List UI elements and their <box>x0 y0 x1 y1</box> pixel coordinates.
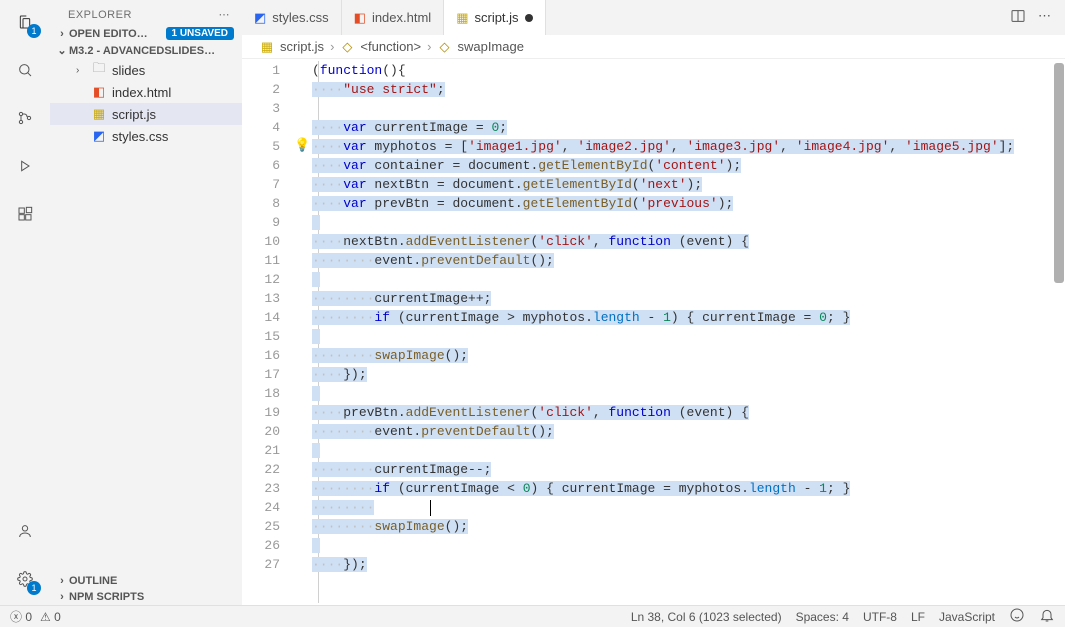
line-numbers: 1234567891011121314151617181920212223242… <box>242 59 292 605</box>
tab-script[interactable]: ▦script.js <box>444 0 545 35</box>
open-editors-section[interactable]: › OPEN EDITO… 1 UNSAVED <box>50 25 242 42</box>
tab-bar: ◩styles.css ◧index.html ▦script.js ⋯ <box>242 0 1065 35</box>
indent-status[interactable]: Spaces: 4 <box>796 610 849 624</box>
folder-section[interactable]: ⌄ M3.2 - ADVANCEDSLIDES… <box>50 42 242 59</box>
status-bar: ⓧ 0 ⚠ 0 Ln 38, Col 6 (1023 selected) Spa… <box>0 605 1065 627</box>
symbol-function-icon: ◇ <box>437 40 451 54</box>
sidebar-title: EXPLORER <box>68 9 132 21</box>
language-status[interactable]: JavaScript <box>939 610 995 624</box>
search-icon[interactable] <box>11 56 39 84</box>
chevron-right-icon: › <box>427 39 431 54</box>
explorer-badge: 1 <box>27 24 41 38</box>
errors-icon[interactable]: ⓧ 0 <box>10 608 32 625</box>
lightbulb-icon[interactable]: 💡 <box>294 137 310 153</box>
cursor-position[interactable]: Ln 38, Col 6 (1023 selected) <box>631 610 782 624</box>
warnings-icon[interactable]: ⚠ 0 <box>40 610 61 624</box>
source-control-icon[interactable] <box>11 104 39 132</box>
symbol-function-icon: ◇ <box>340 40 354 54</box>
chevron-right-icon: › <box>55 28 69 40</box>
activity-bar: 1 1 <box>0 0 50 605</box>
outline-section[interactable]: › OUTLINE <box>50 573 242 589</box>
folder-icon: 🗀 <box>90 59 108 81</box>
settings-badge: 1 <box>27 581 41 595</box>
settings-icon[interactable]: 1 <box>11 565 39 593</box>
tree-file-script[interactable]: ▦ script.js <box>50 103 242 125</box>
sidebar: EXPLORER ⋯ › OPEN EDITO… 1 UNSAVED ⌄ M3.… <box>50 0 242 605</box>
html-file-icon: ◧ <box>90 84 108 100</box>
split-editor-icon[interactable] <box>1010 8 1026 27</box>
scrollbar[interactable] <box>1053 59 1065 605</box>
feedback-icon[interactable] <box>1009 607 1025 626</box>
editor[interactable]: 1234567891011121314151617181920212223242… <box>242 59 1065 605</box>
sidebar-more-icon[interactable]: ⋯ <box>219 8 231 21</box>
tree-file-index[interactable]: ◧ index.html <box>50 81 242 103</box>
js-file-icon: ▦ <box>90 106 108 122</box>
more-icon[interactable]: ⋯ <box>1038 8 1051 27</box>
encoding-status[interactable]: UTF-8 <box>863 610 897 624</box>
css-file-icon: ◩ <box>254 10 266 26</box>
extensions-icon[interactable] <box>11 200 39 228</box>
tree-file-styles[interactable]: ◩ styles.css <box>50 125 242 147</box>
run-debug-icon[interactable] <box>11 152 39 180</box>
tree-folder-slides[interactable]: › 🗀 slides <box>50 59 242 81</box>
chevron-down-icon: ⌄ <box>55 44 69 57</box>
css-file-icon: ◩ <box>90 128 108 144</box>
chevron-right-icon: › <box>55 575 69 587</box>
account-icon[interactable] <box>11 517 39 545</box>
code-area[interactable]: (function(){····"use strict";····var cur… <box>312 59 1065 605</box>
eol-status[interactable]: LF <box>911 610 925 624</box>
tab-index[interactable]: ◧index.html <box>342 0 445 35</box>
unsaved-badge: 1 UNSAVED <box>166 27 235 40</box>
chevron-right-icon: › <box>55 591 69 603</box>
chevron-right-icon: › <box>76 65 90 76</box>
explorer-icon[interactable]: 1 <box>11 8 39 36</box>
dirty-dot-icon <box>525 14 533 22</box>
breadcrumb[interactable]: ▦ script.js › ◇ <function> › ◇ swapImage <box>242 35 1065 59</box>
scrollbar-thumb[interactable] <box>1054 63 1064 283</box>
js-file-icon: ▦ <box>260 40 274 54</box>
npm-scripts-section[interactable]: › NPM SCRIPTS <box>50 589 242 605</box>
js-file-icon: ▦ <box>456 10 468 26</box>
bell-icon[interactable] <box>1039 607 1055 626</box>
chevron-right-icon: › <box>330 39 334 54</box>
tab-styles[interactable]: ◩styles.css <box>242 0 342 35</box>
html-file-icon: ◧ <box>354 10 366 26</box>
